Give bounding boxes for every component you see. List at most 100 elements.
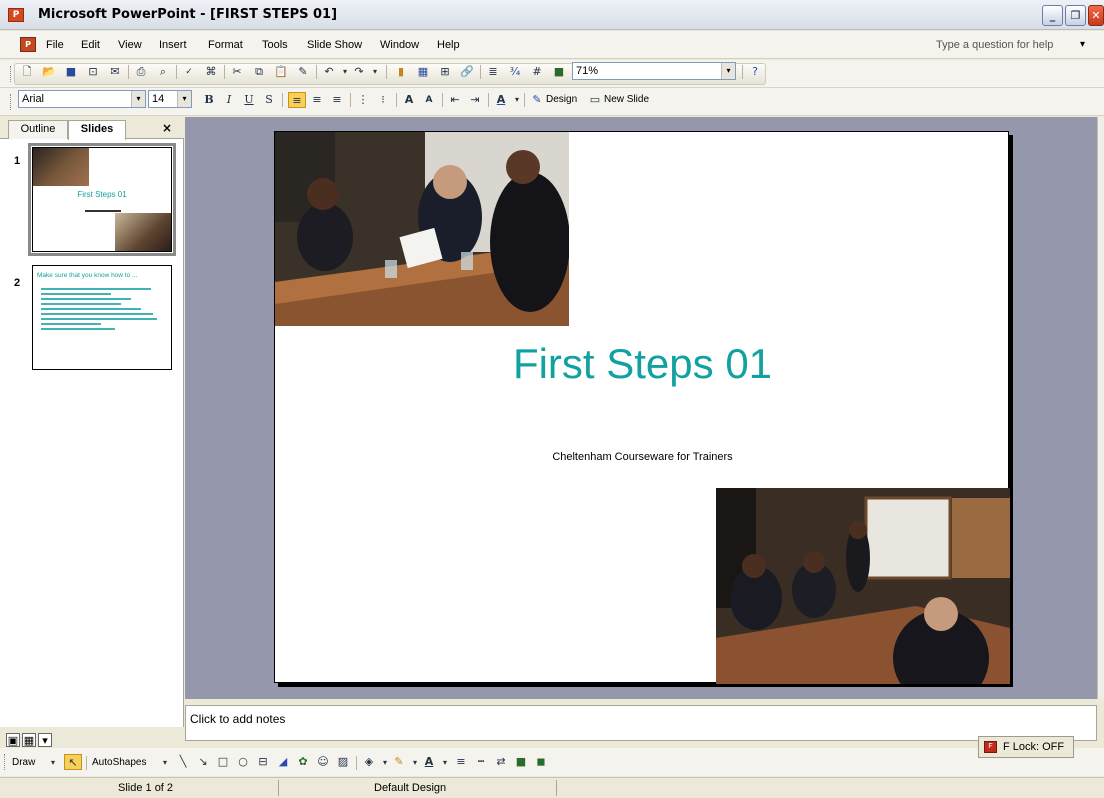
- font-size-combo[interactable]: 14 ▾: [148, 90, 192, 108]
- 3d-style-icon[interactable]: ◼: [532, 754, 550, 770]
- diagram-icon[interactable]: ✿: [294, 754, 312, 770]
- slide-show-view-icon[interactable]: ▾: [38, 733, 52, 747]
- cut-icon[interactable]: ✂: [228, 64, 246, 80]
- permission-icon[interactable]: ⊡: [84, 64, 102, 80]
- autoshapes-dropdown-icon[interactable]: ▾: [156, 755, 174, 771]
- help-question-box[interactable]: Type a question for help: [936, 39, 1053, 51]
- email-icon[interactable]: ✉: [106, 64, 124, 80]
- notes-pane[interactable]: Click to add notes: [185, 705, 1097, 741]
- font-combo[interactable]: Arial ▾: [18, 90, 146, 108]
- zoom-combo[interactable]: 71% ▾: [572, 62, 736, 80]
- select-objects-icon[interactable]: ↖: [64, 754, 82, 770]
- redo-dropdown-icon[interactable]: ▾: [366, 64, 384, 80]
- italic-button[interactable]: I: [220, 92, 238, 108]
- help-dropdown-icon[interactable]: ▾: [1080, 39, 1085, 50]
- help-icon[interactable]: ?: [746, 64, 764, 80]
- arrow-style-icon[interactable]: ⇄: [492, 754, 510, 770]
- format-painter-icon[interactable]: ✎: [294, 64, 312, 80]
- increase-font-size-icon[interactable]: A: [400, 92, 418, 108]
- hyperlink-icon[interactable]: 🔗: [458, 64, 476, 80]
- clip-art-icon[interactable]: ☺: [314, 754, 332, 770]
- insert-table-icon[interactable]: ▦: [414, 64, 432, 80]
- line-icon[interactable]: ╲: [174, 754, 192, 770]
- design-icon[interactable]: ✎: [528, 92, 546, 108]
- restore-button[interactable]: ❐: [1065, 5, 1086, 26]
- slide-title[interactable]: First Steps 01: [275, 340, 1010, 388]
- document-icon[interactable]: P: [20, 37, 36, 52]
- show-formatting-icon[interactable]: ¾: [506, 64, 524, 80]
- line-style-icon[interactable]: ≡: [452, 754, 470, 770]
- font-dropdown-icon[interactable]: ▾: [131, 91, 145, 107]
- copy-icon[interactable]: ⧉: [250, 64, 268, 80]
- slide-subtitle[interactable]: Cheltenham Courseware for Trainers: [275, 451, 1010, 463]
- rectangle-icon[interactable]: □: [214, 754, 232, 770]
- print-icon[interactable]: ⎙: [132, 64, 150, 80]
- color-grayscale-icon[interactable]: ■: [550, 64, 568, 80]
- menu-help[interactable]: Help: [437, 39, 460, 51]
- menu-view[interactable]: View: [118, 39, 142, 51]
- arrow-icon[interactable]: ↘: [194, 754, 212, 770]
- numbering-icon[interactable]: ⋮: [354, 92, 372, 108]
- tables-and-borders-icon[interactable]: ⊞: [436, 64, 454, 80]
- align-center-icon[interactable]: ≡: [308, 92, 326, 108]
- new-slide-button[interactable]: New Slide: [604, 92, 649, 108]
- menu-slide-show[interactable]: Slide Show: [307, 39, 362, 51]
- zoom-dropdown-icon[interactable]: ▾: [721, 63, 735, 79]
- save-icon[interactable]: ■: [62, 64, 80, 80]
- picture-icon[interactable]: ▨: [334, 754, 352, 770]
- current-slide[interactable]: First Steps 01 Cheltenham Courseware for…: [274, 131, 1010, 684]
- increase-indent-icon[interactable]: ⇥: [466, 92, 484, 108]
- menu-insert[interactable]: Insert: [159, 39, 187, 51]
- design-button[interactable]: Design: [546, 92, 577, 108]
- font-size-dropdown-icon[interactable]: ▾: [177, 91, 191, 107]
- toolbar-gripper[interactable]: [4, 754, 7, 770]
- new-slide-icon[interactable]: ▭: [586, 92, 604, 108]
- paste-icon[interactable]: 📋: [272, 64, 290, 80]
- close-button[interactable]: ✕: [1088, 5, 1104, 26]
- normal-view-icon[interactable]: ▣: [6, 733, 20, 747]
- shadow-style-icon[interactable]: ■: [512, 754, 530, 770]
- decrease-indent-icon[interactable]: ⇤: [446, 92, 464, 108]
- shadow-button[interactable]: S: [260, 92, 278, 108]
- menu-window[interactable]: Window: [380, 39, 419, 51]
- align-right-icon[interactable]: ≡: [328, 92, 346, 108]
- slide-thumbnail-1[interactable]: First Steps 01: [28, 143, 176, 256]
- print-preview-icon[interactable]: ⌕: [154, 64, 172, 80]
- underline-button[interactable]: U: [240, 92, 258, 108]
- minimize-button[interactable]: _: [1042, 5, 1063, 26]
- slide-thumbnail-2[interactable]: Make sure that you know how to ...: [32, 265, 172, 370]
- research-icon[interactable]: ⌘: [202, 64, 220, 80]
- draw-menu-button[interactable]: Draw: [12, 755, 35, 771]
- open-icon[interactable]: 📂: [40, 64, 58, 80]
- meeting-photo[interactable]: [275, 132, 569, 326]
- menu-tools[interactable]: Tools: [262, 39, 288, 51]
- text-box-icon[interactable]: ⊟: [254, 754, 272, 770]
- menu-edit[interactable]: Edit: [81, 39, 100, 51]
- insert-chart-icon[interactable]: ▮: [392, 64, 410, 80]
- tab-outline[interactable]: Outline: [8, 120, 68, 139]
- expand-all-icon[interactable]: ≣: [484, 64, 502, 80]
- align-left-icon[interactable]: ≡: [288, 92, 306, 108]
- vertical-scrollbar[interactable]: [1097, 117, 1104, 699]
- tab-slides[interactable]: Slides: [68, 120, 126, 140]
- show-grid-icon[interactable]: #: [528, 64, 546, 80]
- dash-style-icon[interactable]: ┅: [472, 754, 490, 770]
- bold-button[interactable]: B: [200, 92, 218, 108]
- menu-format[interactable]: Format: [208, 39, 243, 51]
- oval-icon[interactable]: ○: [234, 754, 252, 770]
- spelling-icon[interactable]: ✓: [180, 64, 198, 80]
- presentation-photo[interactable]: [716, 488, 1010, 684]
- bullets-icon[interactable]: ⁝: [374, 92, 392, 108]
- draw-dropdown-icon[interactable]: ▾: [44, 755, 62, 771]
- autoshapes-menu-button[interactable]: AutoShapes: [92, 755, 147, 771]
- status-separator: [556, 780, 557, 796]
- slide-sorter-view-icon[interactable]: ▦: [22, 733, 36, 747]
- wordart-icon[interactable]: ◢: [274, 754, 292, 770]
- toolbar-gripper[interactable]: [10, 94, 13, 110]
- decrease-font-size-icon[interactable]: A: [420, 92, 438, 108]
- toolbar-gripper[interactable]: [10, 66, 13, 82]
- new-icon[interactable]: 🗋: [18, 64, 36, 80]
- close-pane-icon[interactable]: ×: [162, 121, 172, 135]
- powerpoint-icon[interactable]: P: [8, 8, 24, 22]
- menu-file[interactable]: File: [46, 39, 64, 51]
